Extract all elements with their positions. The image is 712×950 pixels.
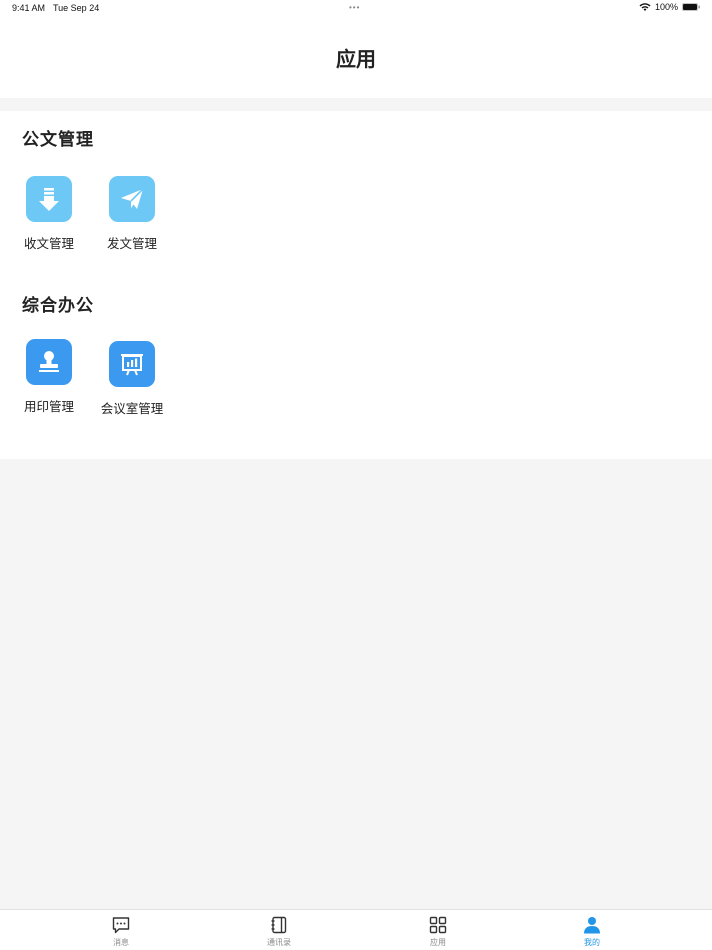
status-time: 9:41 AM — [12, 3, 46, 13]
apps-panel: 公文管理 收文管理 发文管理 综合办公 用印管理 会议室管理 — [0, 111, 712, 459]
tab-label: 应用 — [430, 938, 446, 947]
download-arrow-icon — [26, 176, 72, 222]
status-indicators: 100% — [639, 2, 700, 12]
stamp-icon — [26, 339, 72, 385]
tab-label: 我的 — [584, 938, 600, 947]
tab-me[interactable]: 我的 — [552, 910, 632, 950]
grid-icon — [429, 916, 447, 934]
app-outgoing-documents[interactable]: 发文管理 — [92, 176, 172, 256]
person-icon — [584, 917, 600, 934]
battery-icon — [682, 3, 700, 11]
status-date: Tue Sep 24 — [53, 3, 100, 13]
app-incoming-documents[interactable]: 收文管理 — [9, 176, 89, 256]
app-label: 发文管理 — [106, 236, 157, 251]
section-title-document-management: 公文管理 — [22, 130, 94, 150]
multitask-dots[interactable]: ••• — [349, 3, 360, 12]
status-bar: 9:41 AM Tue Sep 24 ••• 100% — [0, 0, 712, 18]
app-label: 用印管理 — [23, 399, 74, 414]
app-meeting-room-management[interactable]: 会议室管理 — [92, 341, 172, 421]
nav-bar: 应用 — [0, 18, 712, 98]
presentation-board-icon — [109, 341, 155, 387]
tab-bar: 消息 通讯录 应用 我的 — [0, 909, 712, 950]
tab-label: 消息 — [113, 938, 129, 947]
section-title-general-office: 综合办公 — [22, 296, 94, 316]
tab-messages[interactable]: 消息 — [81, 910, 161, 950]
message-icon — [112, 917, 130, 934]
tab-apps[interactable]: 应用 — [398, 910, 478, 950]
battery-percent: 100% — [654, 2, 678, 12]
app-seal-management[interactable]: 用印管理 — [9, 339, 89, 419]
paper-plane-icon — [109, 176, 155, 222]
app-label: 收文管理 — [23, 236, 74, 251]
contacts-book-icon — [271, 916, 287, 934]
tab-contacts[interactable]: 通讯录 — [239, 910, 319, 950]
wifi-icon — [639, 3, 651, 11]
tab-label: 通讯录 — [267, 938, 291, 947]
page-title: 应用 — [336, 47, 376, 71]
app-label: 会议室管理 — [100, 401, 164, 416]
